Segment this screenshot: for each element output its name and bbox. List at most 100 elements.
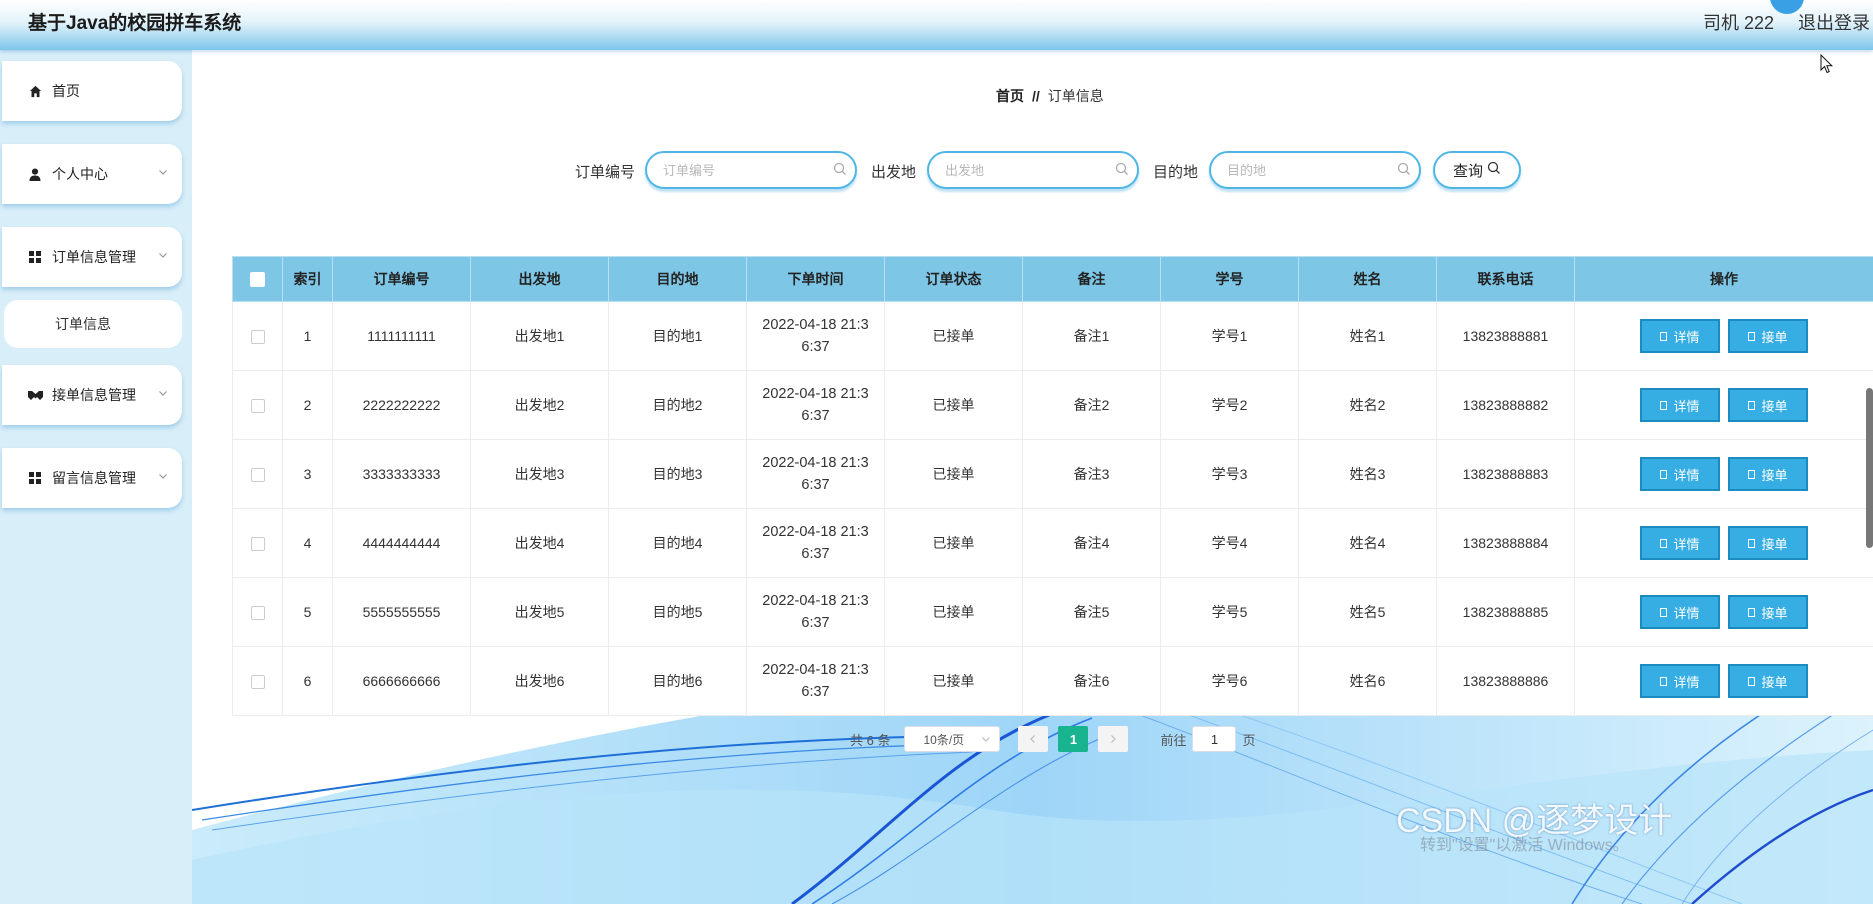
detail-button[interactable]: 详情	[1640, 526, 1720, 560]
prev-page-button[interactable]	[1018, 726, 1049, 752]
accept-order-button[interactable]: 接单	[1728, 319, 1808, 353]
origin-field[interactable]	[927, 151, 1139, 189]
origin-cell: 出发地5	[470, 577, 609, 647]
chevron-down-icon	[981, 733, 991, 747]
order-time-line: 6:37	[801, 615, 830, 631]
dest-cell: 目的地5	[608, 577, 747, 647]
detail-button[interactable]: 详情	[1640, 388, 1720, 422]
row-checkbox[interactable]	[250, 399, 265, 414]
detail-button[interactable]: 详情	[1640, 319, 1720, 353]
column-header: 姓名	[1298, 256, 1437, 302]
origin-cell: 出发地2	[470, 370, 609, 440]
order-time-cell: 2022-04-18 21:3 6:37	[746, 646, 885, 716]
sidebar-item-message-management[interactable]: 留言信息管理	[2, 448, 182, 508]
select-all-checkbox[interactable]	[250, 272, 265, 288]
row-select-cell	[232, 646, 283, 716]
status-cell: 已接单	[884, 301, 1023, 371]
order-time-line: 6:37	[801, 546, 830, 562]
column-header: 出发地	[470, 256, 609, 302]
order-no-cell: 5555555555	[332, 577, 471, 647]
order-no-input[interactable]	[661, 162, 825, 179]
scrollbar-thumb[interactable]	[1866, 388, 1873, 548]
table-row: 2 2222222222 出发地2 目的地2 2022-04-18 21:3 6:37 已接…	[232, 370, 1873, 440]
accept-order-button[interactable]: 接单	[1728, 388, 1808, 422]
goto-page-input[interactable]	[1192, 726, 1237, 752]
order-no-cell: 4444444444	[332, 508, 471, 578]
operations-cell: 详情 接单	[1574, 508, 1873, 578]
origin-input[interactable]	[943, 162, 1107, 179]
table-row: 1 1111111111 出发地1 目的地1 2022-04-18 21:3 6:37 已接…	[232, 301, 1873, 371]
accept-order-button[interactable]: 接单	[1728, 457, 1808, 491]
status-cell: 已接单	[884, 439, 1023, 509]
order-no-cell: 6666666666	[332, 646, 471, 716]
sidebar-item-label: 订单信息管理	[52, 249, 136, 265]
order-time-cell: 2022-04-18 21:3 6:37	[746, 577, 885, 647]
detail-button[interactable]: 详情	[1640, 664, 1720, 698]
row-checkbox[interactable]	[250, 537, 265, 552]
accept-button-label: 接单	[1761, 674, 1788, 690]
index-cell: 2	[282, 370, 333, 440]
search-icon	[1115, 162, 1129, 181]
row-checkbox[interactable]	[250, 675, 265, 690]
windows-activation-notice: 转到"设置"以激活 Windows。	[1420, 837, 1629, 854]
remark-cell: 备注4	[1022, 508, 1161, 578]
logout-link[interactable]: 退出登录	[1798, 9, 1870, 35]
page-size-select[interactable]: 10条/页	[904, 726, 1001, 752]
document-icon	[1660, 331, 1668, 341]
phone-cell: 13823888883	[1436, 439, 1575, 509]
sidebar-item-label: 首页	[52, 83, 80, 99]
dest-field[interactable]	[1209, 151, 1421, 189]
sidebar-item-home[interactable]: 首页	[2, 61, 182, 121]
search-icon	[1487, 161, 1501, 179]
chevron-left-icon	[1030, 735, 1036, 743]
sidebar-item-accept-management[interactable]: 接单信息管理	[2, 365, 182, 425]
next-page-button[interactable]	[1098, 726, 1129, 752]
sidebar-subitem-label: 订单信息	[55, 316, 111, 332]
chevron-down-icon	[158, 247, 168, 265]
order-no-field[interactable]	[645, 151, 857, 189]
select-all-cell	[232, 256, 283, 302]
sidebar-item-personal-center[interactable]: 个人中心	[2, 144, 182, 204]
order-time-line: 6:37	[801, 684, 830, 700]
order-time-line: 6:37	[801, 408, 830, 424]
accept-button-label: 接单	[1761, 605, 1788, 621]
top-bar: 基于Java的校园拼车系统 司机 222 退出登录	[0, 0, 1873, 50]
accept-order-button[interactable]: 接单	[1728, 595, 1808, 629]
document-icon	[1660, 676, 1668, 686]
home-icon	[26, 85, 44, 98]
row-checkbox[interactable]	[250, 330, 265, 345]
sidebar-subitem-order-info[interactable]: 订单信息	[4, 300, 182, 348]
document-icon	[1660, 607, 1668, 617]
accept-order-button[interactable]: 接单	[1728, 526, 1808, 560]
accept-order-button[interactable]: 接单	[1728, 664, 1808, 698]
document-icon	[1748, 607, 1756, 617]
detail-button-label: 详情	[1673, 605, 1700, 621]
detail-button[interactable]: 详情	[1640, 595, 1720, 629]
dest-input[interactable]	[1225, 162, 1389, 179]
column-header: 目的地	[608, 256, 747, 302]
sidebar-item-order-management[interactable]: 订单信息管理	[2, 227, 182, 287]
remark-cell: 备注3	[1022, 439, 1161, 509]
document-icon	[1748, 400, 1756, 410]
operations-cell: 详情 接单	[1574, 577, 1873, 647]
column-header: 索引	[282, 256, 333, 302]
document-icon	[1748, 676, 1756, 686]
page-number-current[interactable]: 1	[1058, 726, 1089, 752]
row-checkbox[interactable]	[250, 606, 265, 621]
document-icon	[1748, 469, 1756, 479]
row-checkbox[interactable]	[250, 468, 265, 483]
student-no-cell: 学号4	[1160, 508, 1299, 578]
handshake-icon	[26, 390, 44, 401]
mouse-cursor-icon	[1820, 54, 1834, 74]
detail-button[interactable]: 详情	[1640, 457, 1720, 491]
order-time-line: 2022-04-18 21:3	[762, 455, 869, 471]
app-title: 基于Java的校园拼车系统	[28, 13, 242, 34]
query-button[interactable]: 查询	[1433, 151, 1521, 189]
chevron-down-icon	[158, 385, 168, 403]
breadcrumb-home[interactable]: 首页	[996, 88, 1024, 104]
order-no-label: 订单编号	[575, 164, 636, 181]
detail-button-label: 详情	[1673, 674, 1700, 690]
status-cell: 已接单	[884, 508, 1023, 578]
row-select-cell	[232, 370, 283, 440]
order-time-cell: 2022-04-18 21:3 6:37	[746, 439, 885, 509]
